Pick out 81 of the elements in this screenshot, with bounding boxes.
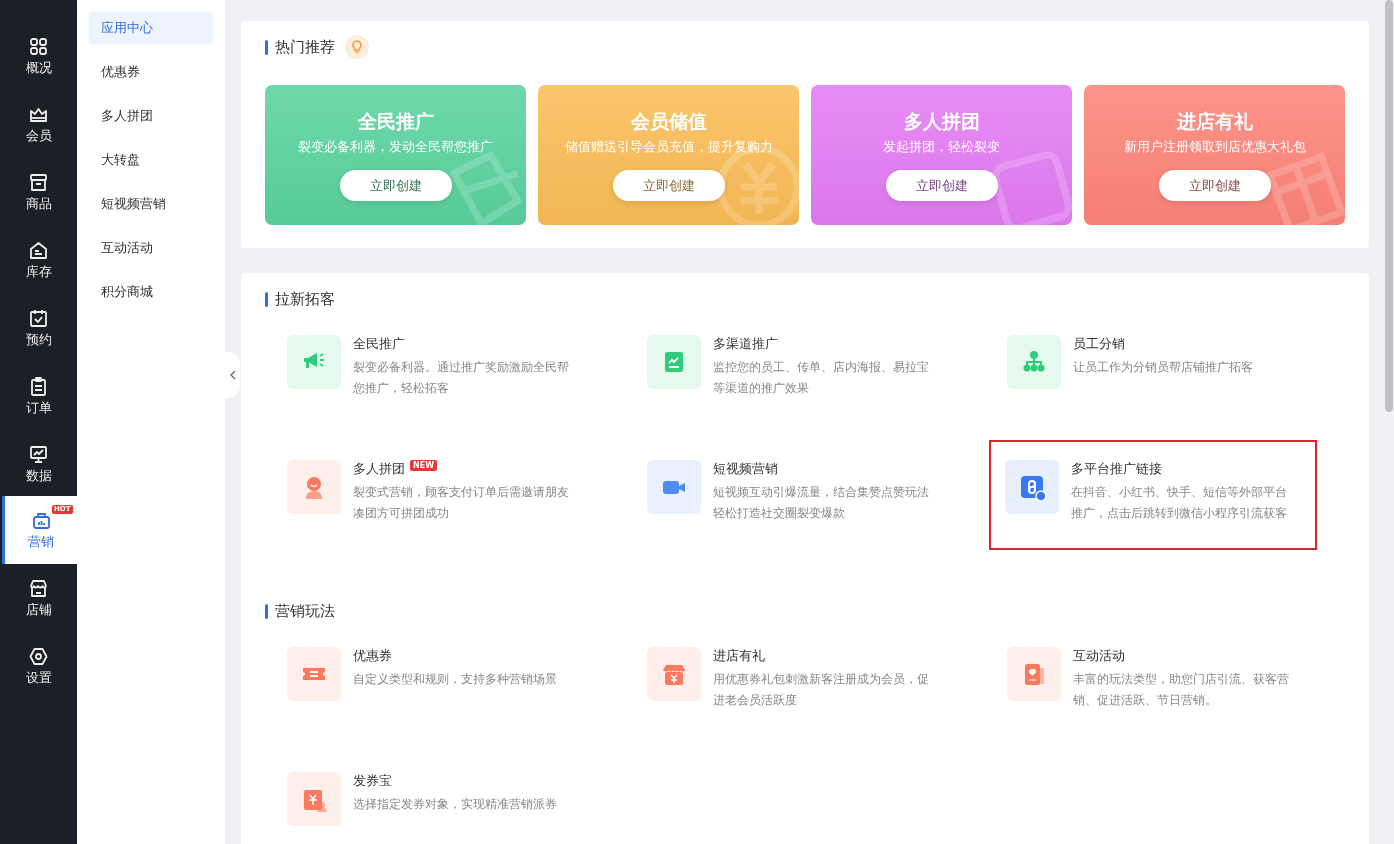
card-subtitle: 裂变必备利器，发动全民帮您推广 bbox=[298, 139, 493, 156]
clipboard-icon bbox=[28, 375, 49, 397]
card-title: 进店有礼 bbox=[1176, 109, 1253, 134]
submenu-item[interactable]: 应用中心 bbox=[89, 12, 213, 44]
app-name: 员工分销 bbox=[1073, 335, 1125, 353]
box-icon bbox=[28, 171, 49, 193]
scrollbar-thumb[interactable] bbox=[1385, 0, 1393, 412]
app-item[interactable]: 全民推广 裂变必备利器。通过推广奖励激励全民帮您推广，轻松拓客 bbox=[285, 323, 611, 427]
card-title: 全民推广 bbox=[357, 109, 434, 134]
promo-card[interactable]: 会员储值 储值赠送引导会员充值，提升复购力 立即创建 bbox=[538, 85, 799, 225]
app-name: 进店有礼 bbox=[713, 647, 765, 665]
app-description: 监控您的员工、传单、店内海报、易拉宝等渠道的推广效果 bbox=[713, 359, 930, 397]
promo-card[interactable]: 多人拼团 发起拼团，轻松裂变 立即创建 bbox=[811, 85, 1072, 225]
submenu-item[interactable]: 短视频营销 bbox=[89, 188, 213, 220]
app-item[interactable]: 员工分销 让员工作为分销员帮店铺推广拓客 bbox=[1005, 323, 1331, 427]
app-item[interactable]: 优惠券 自定义类型和规则，支持多种营销场景 bbox=[285, 635, 611, 739]
app-item[interactable]: 互动活动 丰富的玩法类型，助您门店引流、获客营销、促进活跃、节日营销。 bbox=[1005, 635, 1331, 739]
calendar-check-icon bbox=[28, 307, 49, 329]
app-name: 多人拼团 bbox=[353, 460, 405, 478]
app-description: 自定义类型和规则，支持多种营销场景 bbox=[353, 671, 558, 688]
submenu-item[interactable]: 互动活动 bbox=[89, 232, 213, 264]
app-item[interactable]: 多平台推广链接 在抖音、小红书、快手、短信等外部平台推广，点击后跳转到微信小程序引流获客 bbox=[989, 440, 1317, 550]
nav-item[interactable]: 设置 bbox=[0, 632, 77, 700]
app-name: 全民推广 bbox=[353, 335, 405, 353]
store-icon bbox=[28, 577, 49, 599]
app-description: 短视频互动引爆流量，结合集赞点赞玩法轻松打造社交圈裂变爆款 bbox=[713, 484, 930, 522]
section-title: 热门推荐 bbox=[275, 37, 335, 57]
app-name: 优惠券 bbox=[353, 647, 392, 665]
section-marker bbox=[265, 291, 268, 307]
app-description: 选择指定发券对象，实现精准营销派券 bbox=[353, 796, 558, 813]
app-description: 让员工作为分销员帮店铺推广拓客 bbox=[1073, 359, 1254, 376]
app-item[interactable]: 发券宝 选择指定发券对象，实现精准营销派券 bbox=[285, 760, 611, 844]
section-marker bbox=[265, 39, 268, 55]
chevron-left-icon bbox=[228, 370, 237, 380]
app-item[interactable]: 短视频营销 短视频互动引爆流量，结合集赞点赞玩法轻松打造社交圈裂变爆款 bbox=[645, 448, 971, 552]
submenu-item[interactable]: 积分商城 bbox=[89, 276, 213, 308]
new-badge: NEW bbox=[410, 459, 437, 471]
section-marker bbox=[265, 603, 268, 619]
submenu-item[interactable]: 大转盘 bbox=[89, 144, 213, 176]
app-item[interactable]: 多渠道推广 监控您的员工、传单、店内海报、易拉宝等渠道的推广效果 bbox=[645, 323, 971, 427]
card-title: 会员储值 bbox=[630, 109, 707, 134]
lightbulb-icon bbox=[345, 35, 369, 59]
app-name: 多平台推广链接 bbox=[1071, 460, 1162, 478]
create-button[interactable]: 立即创建 bbox=[1158, 170, 1271, 201]
submenu-item[interactable]: 多人拼团 bbox=[89, 100, 213, 132]
card-subtitle: 储值赠送引导会员充值，提升复购力 bbox=[564, 139, 773, 156]
app-name: 互动活动 bbox=[1073, 647, 1125, 665]
submenu-item[interactable]: 优惠券 bbox=[89, 56, 213, 88]
create-button[interactable]: 立即创建 bbox=[339, 170, 452, 201]
create-button[interactable]: 立即创建 bbox=[612, 170, 725, 201]
nav-item[interactable]: 会员 bbox=[0, 90, 77, 158]
nav-item[interactable]: 预约 bbox=[0, 294, 77, 362]
nav-item[interactable]: 商品 bbox=[0, 158, 77, 226]
promo-card[interactable]: 全民推广 裂变必备利器，发动全民帮您推广 立即创建 bbox=[265, 85, 526, 225]
nav-item[interactable]: 数据 bbox=[0, 430, 77, 498]
promo-card[interactable]: 进店有礼 新用户注册领取到店优惠大礼包 立即创建 bbox=[1084, 85, 1345, 225]
collapse-handle[interactable] bbox=[225, 352, 240, 398]
monitor-chart-icon bbox=[28, 443, 49, 465]
section-title: 营销玩法 bbox=[275, 601, 335, 621]
nav-item[interactable]: 库存 bbox=[0, 226, 77, 294]
card-title: 多人拼团 bbox=[903, 109, 980, 134]
squares-icon bbox=[28, 35, 49, 57]
app-description: 裂变必备利器。通过推广奖励激励全民帮您推广，轻松拓客 bbox=[353, 359, 570, 397]
house-icon bbox=[28, 239, 49, 261]
card-subtitle: 新用户注册领取到店优惠大礼包 bbox=[1123, 139, 1306, 156]
settings-icon bbox=[28, 645, 49, 667]
card-subtitle: 发起拼团，轻松裂变 bbox=[883, 139, 1000, 156]
nav-item[interactable]: 概况 bbox=[0, 22, 77, 90]
app-description: 用优惠券礼包刺激新客注册成为会员，促进老会员活跃度 bbox=[713, 671, 930, 709]
app-item[interactable]: 进店有礼 用优惠券礼包刺激新客注册成为会员，促进老会员活跃度 bbox=[645, 635, 971, 739]
app-description: 丰富的玩法类型，助您门店引流、获客营销、促进活跃、节日营销。 bbox=[1073, 671, 1290, 709]
app-name: 短视频营销 bbox=[713, 460, 778, 478]
app-description: 裂变式营销，顾客支付订单后需邀请朋友凑团方可拼团成功 bbox=[353, 484, 570, 522]
nav-item[interactable]: 订单 bbox=[0, 362, 77, 430]
create-button[interactable]: 立即创建 bbox=[885, 170, 998, 201]
nav-item[interactable]: 店铺 bbox=[0, 564, 77, 632]
app-name: 发券宝 bbox=[353, 772, 392, 790]
app-description: 在抖音、小红书、快手、短信等外部平台推广，点击后跳转到微信小程序引流获客 bbox=[1071, 484, 1288, 522]
section-title: 拉新拓客 bbox=[275, 289, 335, 309]
app-item[interactable]: 多人拼团 NEW 裂变式营销，顾客支付订单后需邀请朋友凑团方可拼团成功 bbox=[285, 448, 611, 552]
app-name: 多渠道推广 bbox=[713, 335, 778, 353]
